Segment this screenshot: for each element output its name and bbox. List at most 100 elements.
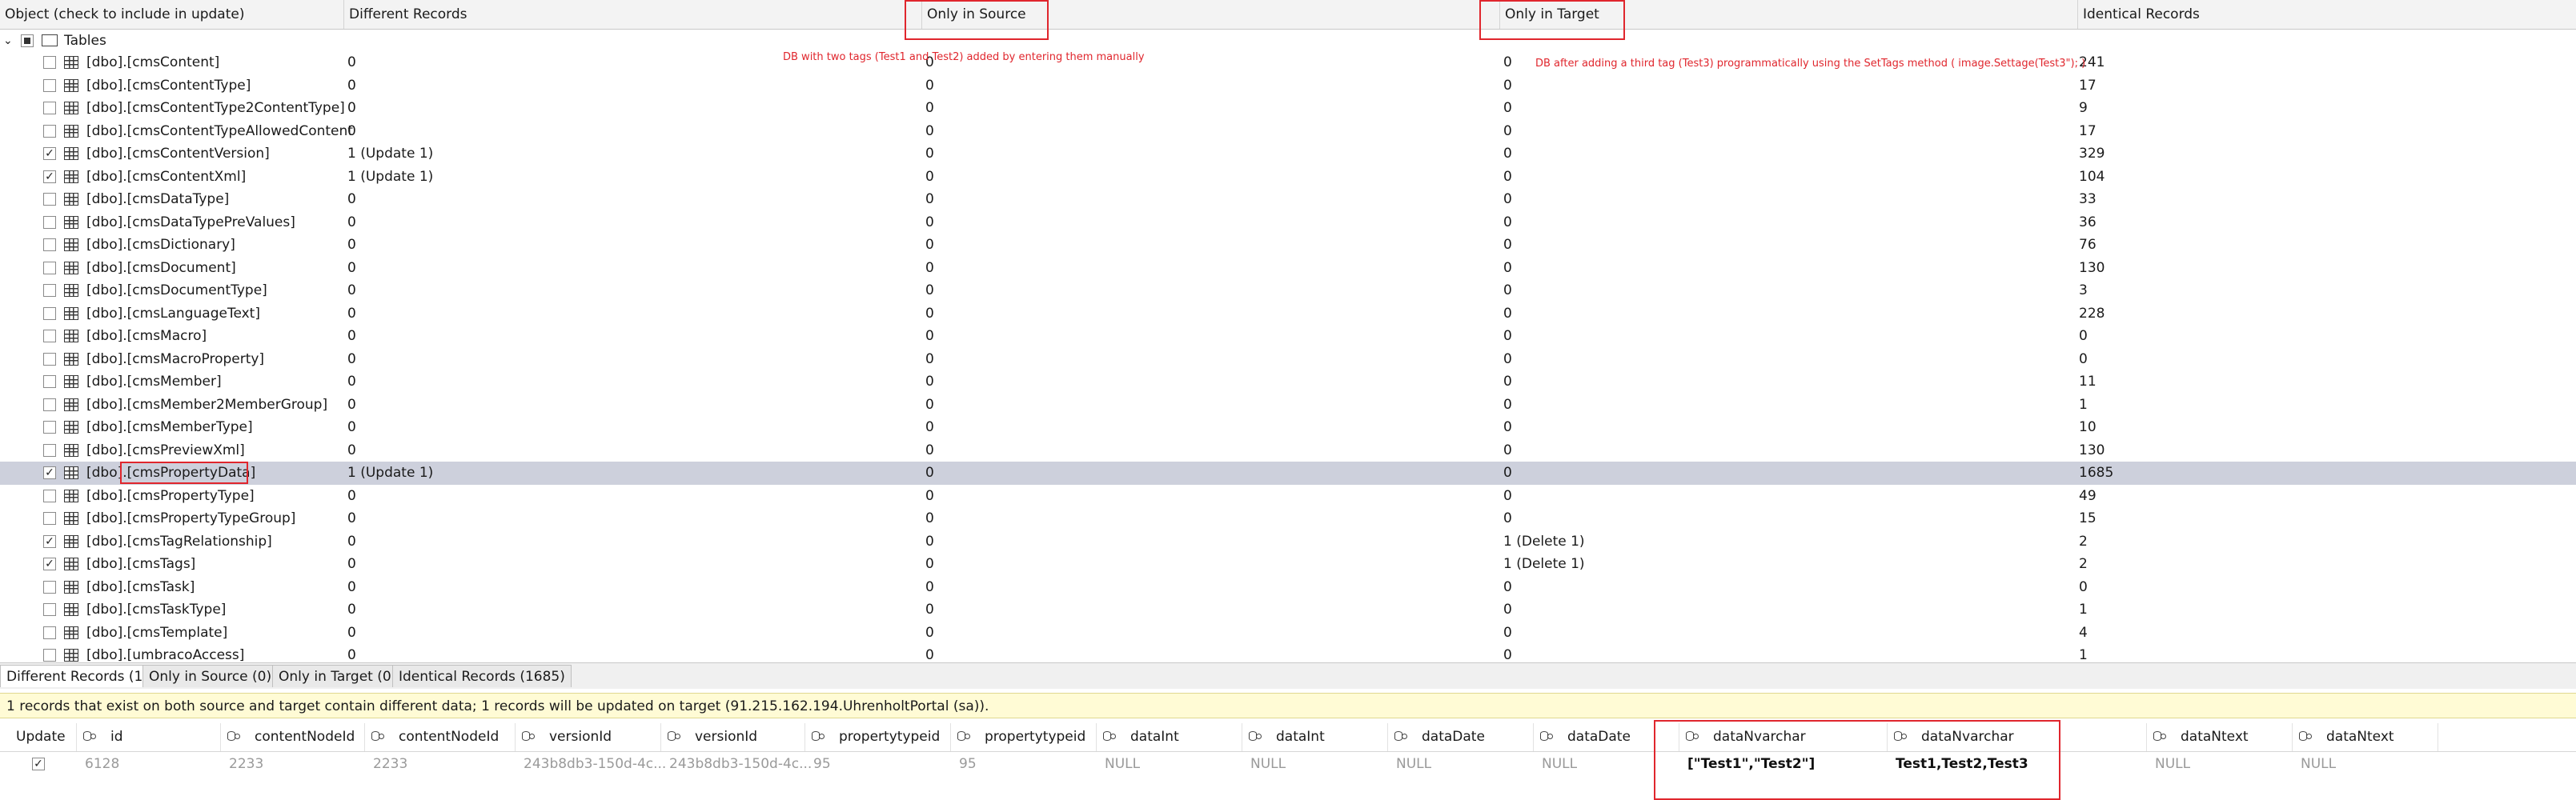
only-in-source-value: 0 [925, 624, 934, 641]
identical-records-value: 329 [2079, 146, 2105, 162]
row-checkbox[interactable] [43, 626, 56, 639]
row-checkbox[interactable] [43, 78, 56, 92]
column-header-update[interactable]: Update [0, 723, 77, 751]
table-row[interactable]: [dbo].[cmsTemplate] 0 0 0 4 [0, 622, 2576, 645]
table-row[interactable]: [dbo].[cmsMacro] 0 0 0 0 [0, 325, 2576, 348]
column-header-identical-records[interactable]: Identical Records [2078, 0, 2576, 29]
column-header-dataint[interactable]: dataInt [1242, 723, 1388, 751]
table-icon [64, 512, 78, 525]
table-row[interactable]: [dbo].[cmsContentTypeAllowedContent 0 0 0 17 [0, 120, 2576, 143]
column-header-propertytypeid[interactable]: propertytypeid [805, 723, 951, 751]
row-checkbox[interactable]: ✓ [43, 147, 56, 160]
row-checkbox[interactable] [43, 375, 56, 388]
row-checkbox[interactable] [43, 443, 56, 457]
column-header-label: propertytypeid [839, 729, 941, 745]
column-header-dataint[interactable]: dataInt [1097, 723, 1242, 751]
table-row[interactable]: ✓ [dbo].[cmsContentXml] 1 (Update 1) 0 0 104 [0, 166, 2576, 189]
column-header-object[interactable]: Object (check to include in update) [0, 0, 344, 29]
table-row[interactable]: [dbo].[cmsMember] 0 0 0 11 [0, 370, 2576, 394]
table-row[interactable]: ✓ [dbo].[cmsContentVersion] 1 (Update 1) 0 0… [0, 142, 2576, 166]
table-row[interactable]: [dbo].[cmsTask] 0 0 0 0 [0, 576, 2576, 599]
table-row[interactable]: [dbo].[cmsPropertyType] 0 0 0 49 [0, 485, 2576, 508]
table-row[interactable]: [dbo].[cmsMember2MemberGroup] 0 0 0 1 [0, 394, 2576, 417]
identical-records-value: 15 [2079, 510, 2097, 526]
table-row[interactable]: [dbo].[cmsDataType] 0 0 0 33 [0, 188, 2576, 211]
detail-value: 243b8db3-150d-4c... [524, 756, 667, 772]
row-checkbox[interactable] [43, 603, 56, 616]
identical-records-value: 104 [2079, 168, 2105, 185]
column-header-datantext[interactable]: dataNtext [2293, 723, 2438, 751]
different-records-value: 1 (Update 1) [347, 146, 434, 162]
identical-records-value: 130 [2079, 442, 2105, 458]
table-row[interactable]: [dbo].[cmsMacroProperty] 0 0 0 0 [0, 348, 2576, 371]
table-row[interactable]: [dbo].[cmsDictionary] 0 0 0 76 [0, 234, 2576, 257]
row-checkbox[interactable] [43, 580, 56, 594]
row-checkbox[interactable] [43, 56, 56, 69]
row-checkbox[interactable] [43, 649, 56, 662]
row-checkbox[interactable] [43, 284, 56, 297]
row-checkbox[interactable] [43, 512, 56, 525]
tab-only-in-target[interactable]: Only in Target (0) [272, 665, 403, 687]
only-in-target-value: 1 (Delete 1) [1503, 533, 1585, 550]
row-checkbox[interactable] [43, 398, 56, 411]
table-row[interactable]: [dbo].[cmsPreviewXml] 0 0 0 130 [0, 439, 2576, 462]
table-row[interactable]: [dbo].[cmsDocument] 0 0 0 130 [0, 257, 2576, 280]
table-row[interactable]: [dbo].[cmsContent] 0 0 0 241 [0, 51, 2576, 74]
column-header-id[interactable]: id [77, 723, 221, 751]
identical-records-value: 4 [2079, 624, 2088, 641]
table-row[interactable]: [dbo].[cmsTaskType] 0 0 0 1 [0, 598, 2576, 622]
only-in-source-value: 0 [925, 374, 934, 390]
table-row[interactable]: [dbo].[cmsLanguageText] 0 0 0 228 [0, 302, 2576, 326]
only-in-target-value: 0 [1503, 146, 1512, 162]
column-header-versionid[interactable]: versionId [661, 723, 805, 751]
table-row[interactable]: [dbo].[cmsContentType] 0 0 0 17 [0, 74, 2576, 98]
row-checkbox[interactable] [43, 215, 56, 229]
column-header-contentnodeid[interactable]: contentNodeId [365, 723, 516, 751]
table-name: [dbo].[cmsContentType2ContentType] [86, 100, 345, 116]
table-icon [64, 102, 78, 114]
row-checkbox[interactable] [43, 421, 56, 434]
row-checkbox[interactable] [43, 238, 56, 251]
column-header-contentnodeid[interactable]: contentNodeId [221, 723, 365, 751]
table-row[interactable]: ✓ [dbo].[cmsTags] 0 0 1 (Delete 1) 2 [0, 553, 2576, 576]
only-in-target-value: 0 [1503, 214, 1512, 230]
folder-icon [42, 34, 58, 46]
table-row[interactable]: [dbo].[cmsMemberType] 0 0 0 10 [0, 416, 2576, 439]
identical-records-value: 1 [2079, 602, 2088, 618]
row-checkbox[interactable] [43, 193, 56, 206]
column-header-versionid[interactable]: versionId [516, 723, 661, 751]
tab-different-records[interactable]: Different Records (1) [0, 665, 154, 687]
row-checkbox[interactable]: ✓ [43, 558, 56, 570]
chevron-down-icon[interactable]: ⌄ [3, 30, 13, 52]
table-row[interactable]: [dbo].[cmsDataTypePreValues] 0 0 0 36 [0, 211, 2576, 234]
row-checkbox[interactable]: ✓ [43, 534, 56, 548]
table-icon [64, 558, 78, 570]
table-row[interactable]: [dbo].[cmsContentType2ContentType] 0 0 0 9 [0, 97, 2576, 120]
different-records-value: 0 [347, 419, 356, 435]
row-checkbox[interactable] [43, 124, 56, 138]
table-row[interactable]: [dbo].[cmsPropertyTypeGroup] 0 0 0 15 [0, 507, 2576, 530]
row-checkbox[interactable] [43, 330, 56, 342]
row-checkbox[interactable] [43, 261, 56, 274]
update-checkbox[interactable]: ✓ [32, 758, 45, 770]
group-checkbox[interactable] [21, 34, 34, 47]
table-row[interactable]: ✓ [dbo].[cmsPropertyData] 1 (Update 1) 0 0 16… [0, 462, 2576, 485]
column-header-different-records[interactable]: Different Records [344, 0, 922, 29]
only-in-source-value: 0 [925, 305, 934, 322]
row-checkbox[interactable]: ✓ [43, 170, 56, 183]
column-key-icon [668, 731, 680, 742]
row-checkbox[interactable]: ✓ [43, 466, 56, 479]
column-header-datantext[interactable]: dataNtext [2147, 723, 2293, 751]
column-header-datadate[interactable]: dataDate [1388, 723, 1534, 751]
tab-identical-records[interactable]: Identical Records (1685) [392, 665, 572, 687]
row-checkbox[interactable] [43, 102, 56, 114]
row-checkbox[interactable] [43, 306, 56, 320]
tables-group-row[interactable]: ⌄ Tables [0, 30, 2576, 52]
tab-only-in-source[interactable]: Only in Source (0) [142, 665, 279, 687]
column-header-propertytypeid[interactable]: propertytypeid [951, 723, 1097, 751]
table-row[interactable]: ✓ [dbo].[cmsTagRelationship] 0 0 1 (Delete 1… [0, 530, 2576, 554]
row-checkbox[interactable] [43, 489, 56, 502]
results-grid-header: Object (check to include in update) Diff… [0, 0, 2576, 30]
table-row[interactable]: [dbo].[cmsDocumentType] 0 0 0 3 [0, 279, 2576, 302]
row-checkbox[interactable] [43, 352, 56, 366]
